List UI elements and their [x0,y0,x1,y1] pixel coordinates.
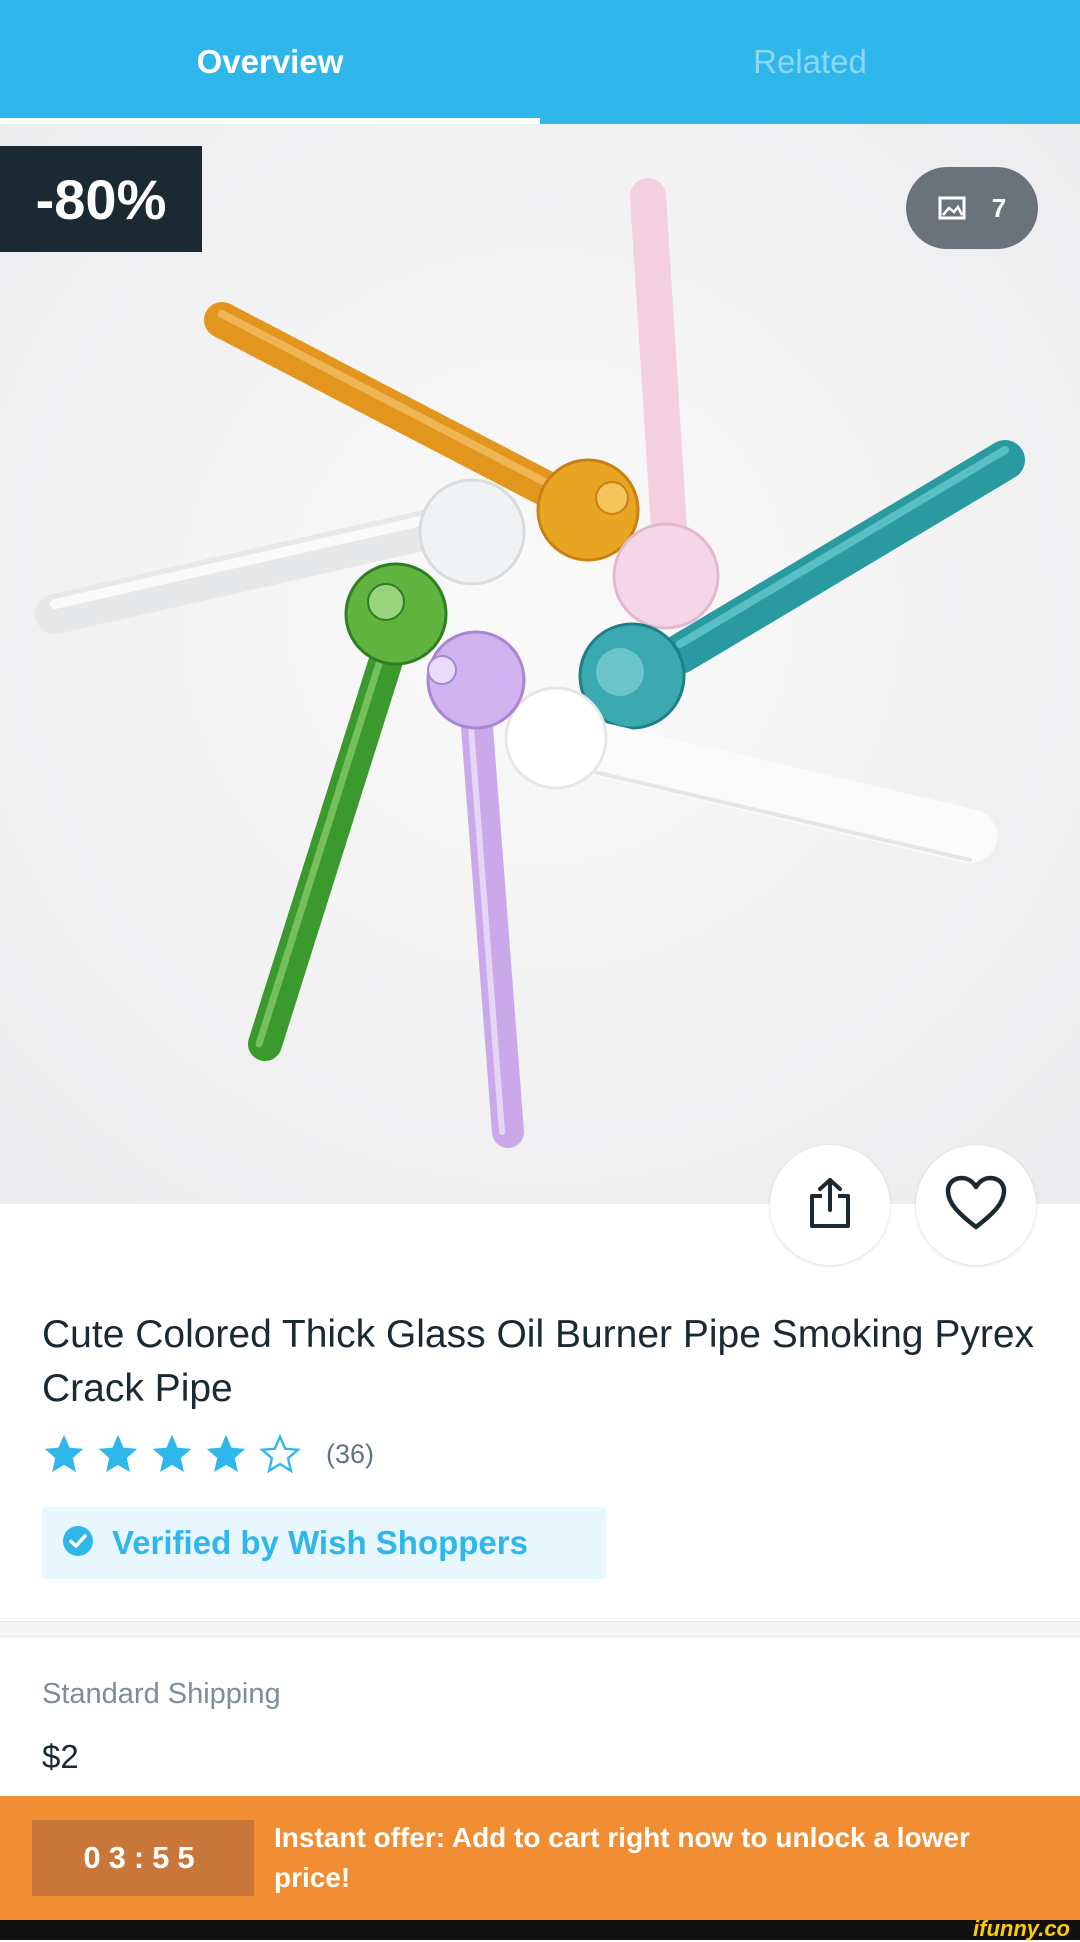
instant-offer-banner[interactable]: 03:55 Instant offer: Add to cart right n… [0,1796,1080,1920]
share-button[interactable] [770,1145,890,1265]
wishlist-button[interactable] [916,1145,1036,1265]
star-icon-filled-1 [44,1434,84,1472]
star-icon-empty-5 [259,1433,301,1474]
star-icon-filled-4 [206,1434,246,1472]
star-icon-filled-2 [98,1434,138,1472]
product-title: Cute Colored Thick Glass Oil Burner Pipe… [42,1313,1035,1410]
gallery-icon [938,196,966,220]
offer-message: Instant offer: Add to cart right now to … [274,1822,970,1893]
shipping-label: Standard Shipping [42,1678,281,1710]
rating-count: (36) [326,1438,375,1469]
verified-badge[interactable]: Verified by Wish Shoppers [42,1507,606,1579]
gallery-count-button[interactable]: 7 [906,167,1038,249]
product-image[interactable] [0,124,1080,1204]
check-circle-icon [62,1525,94,1562]
discount-badge: -80% [0,146,202,252]
product-photo-illustration [0,124,1080,1204]
watermark: ifunny.co [973,1916,1070,1941]
tab-related[interactable]: Related [540,0,1080,124]
star-icon-filled-3 [152,1434,192,1472]
shipping-price: $2 [42,1738,79,1775]
tab-bar: Overview Related [0,0,1080,124]
product-rating[interactable]: (36) [42,1428,374,1480]
tab-overview[interactable]: Overview [0,0,540,124]
offer-countdown-timer: 03:55 [32,1820,254,1896]
bottom-strip [0,1920,1080,1940]
section-divider [0,1621,1080,1637]
gallery-count: 7 [991,192,1007,223]
share-icon [806,1176,854,1235]
verified-label: Verified by Wish Shoppers [112,1524,528,1561]
heart-icon [944,1175,1008,1236]
